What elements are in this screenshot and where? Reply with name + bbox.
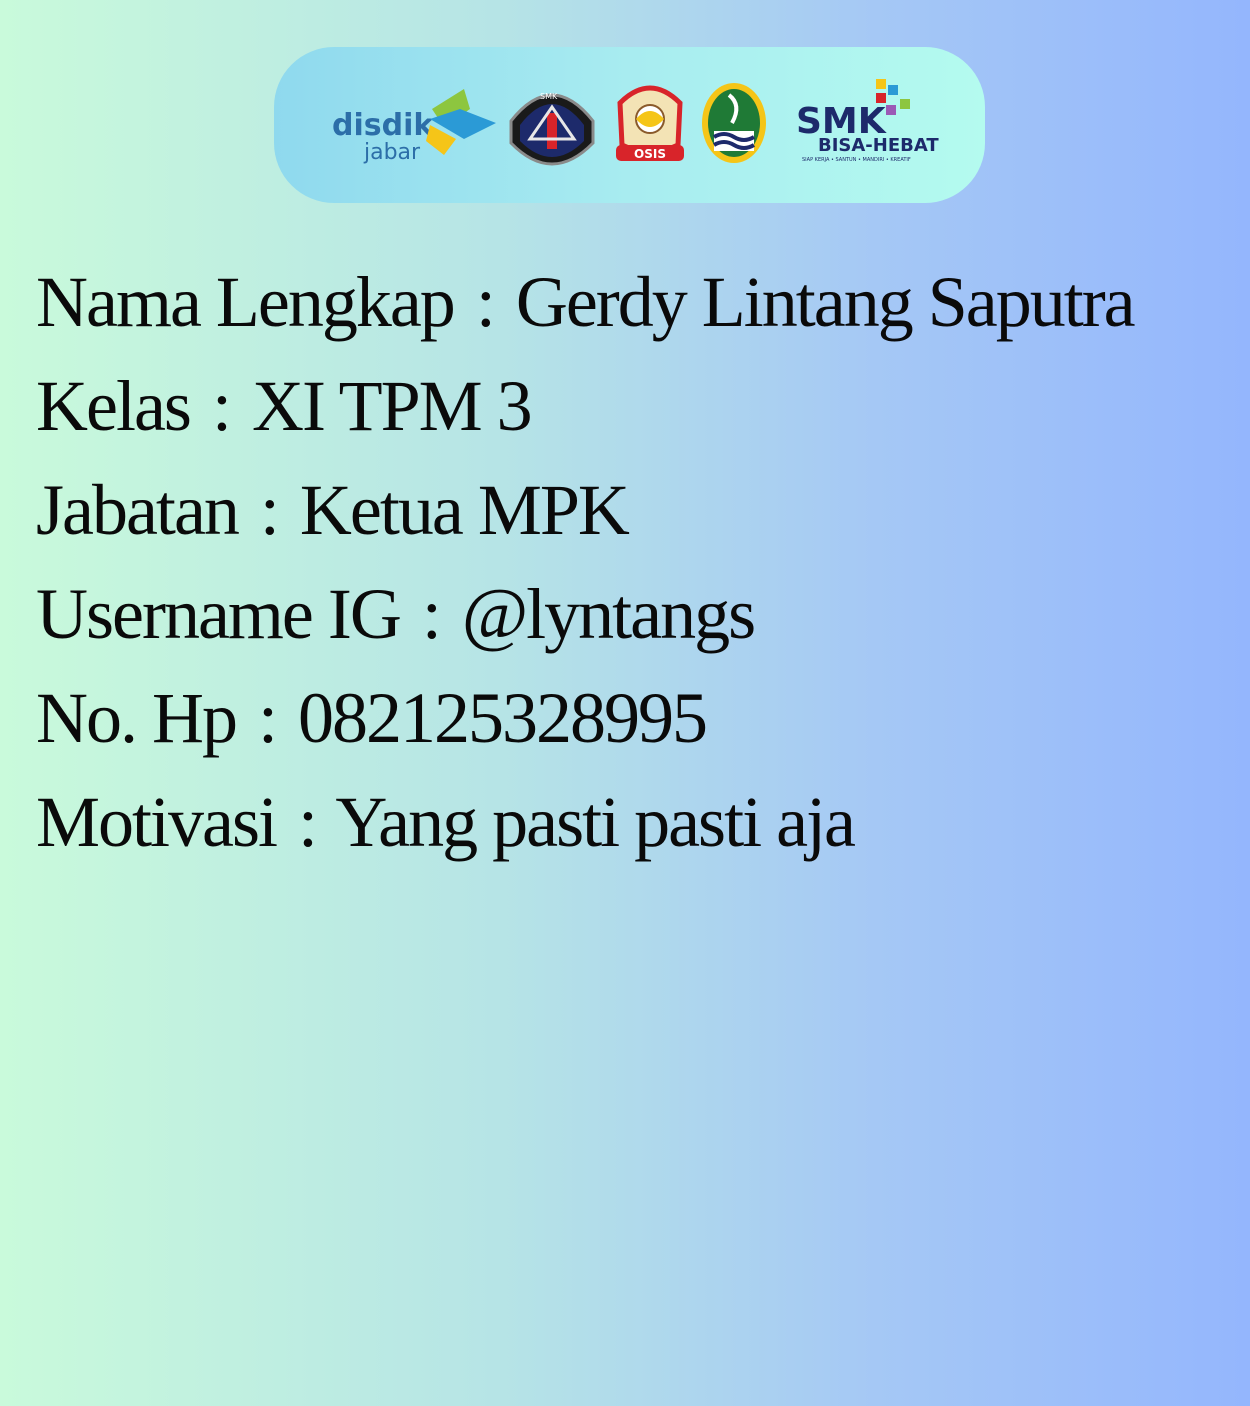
separator: : bbox=[258, 678, 278, 758]
osis-badge: OSIS bbox=[616, 85, 684, 161]
disdik-jabar-logo: disdik jabar bbox=[332, 89, 496, 165]
jabatan-value: Ketua MPK bbox=[299, 470, 630, 550]
separator: : bbox=[421, 574, 442, 654]
jabatan-label: Jabatan bbox=[36, 470, 240, 550]
separator: : bbox=[259, 470, 280, 550]
username-label: Username IG bbox=[36, 574, 402, 654]
jabar-text: jabar bbox=[363, 140, 421, 165]
smk-school-badge: SMK bbox=[509, 92, 595, 166]
nama-value: Gerdy Lintang Saputra bbox=[515, 262, 1136, 342]
smk-bisa-hebat-logo: SMK BISA-HEBAT SIAP KERJA • SANTUN • MAN… bbox=[796, 79, 939, 163]
profile-info: Nama Lengkap : Gerdy Lintang Saputra Kel… bbox=[36, 250, 1216, 874]
separator: : bbox=[298, 782, 318, 862]
kelas-label: Kelas bbox=[36, 366, 192, 446]
kelas-value: XI TPM 3 bbox=[251, 366, 533, 446]
separator: : bbox=[211, 366, 232, 446]
username-row: Username IG : @lyntangs bbox=[36, 562, 1216, 666]
motivasi-row: Motivasi : Yang pasti pasti aja bbox=[36, 770, 1216, 874]
logos-svg: disdik jabar SMK OSIS SMK BISA-HEBAT SIA… bbox=[332, 79, 939, 166]
jawa-barat-emblem bbox=[702, 83, 766, 163]
osis-text: OSIS bbox=[634, 147, 666, 161]
motivasi-label: Motivasi bbox=[36, 782, 278, 862]
nama-label: Nama Lengkap bbox=[36, 262, 456, 342]
username-value: @lyntangs bbox=[461, 574, 756, 654]
nama-row: Nama Lengkap : Gerdy Lintang Saputra bbox=[36, 250, 1216, 354]
smk-badge-text: SMK bbox=[540, 92, 558, 101]
hp-row: No. Hp : 082125328995 bbox=[36, 666, 1216, 770]
disdik-text: disdik bbox=[332, 108, 434, 143]
kelas-row: Kelas : XI TPM 3 bbox=[36, 354, 1216, 458]
motivasi-value: Yang pasti pasti aja bbox=[335, 782, 856, 862]
smk-hebat-line2: BISA-HEBAT bbox=[818, 135, 939, 156]
jabatan-row: Jabatan : Ketua MPK bbox=[36, 458, 1216, 562]
separator: : bbox=[475, 262, 496, 342]
hp-label: No. Hp bbox=[36, 678, 238, 758]
hp-value: 082125328995 bbox=[298, 678, 708, 758]
logo-bar: disdik jabar SMK OSIS SMK BISA-HEBAT SIA… bbox=[274, 47, 985, 203]
smk-hebat-tagline: SIAP KERJA • SANTUN • MANDIRI • KREATIF bbox=[802, 157, 911, 163]
